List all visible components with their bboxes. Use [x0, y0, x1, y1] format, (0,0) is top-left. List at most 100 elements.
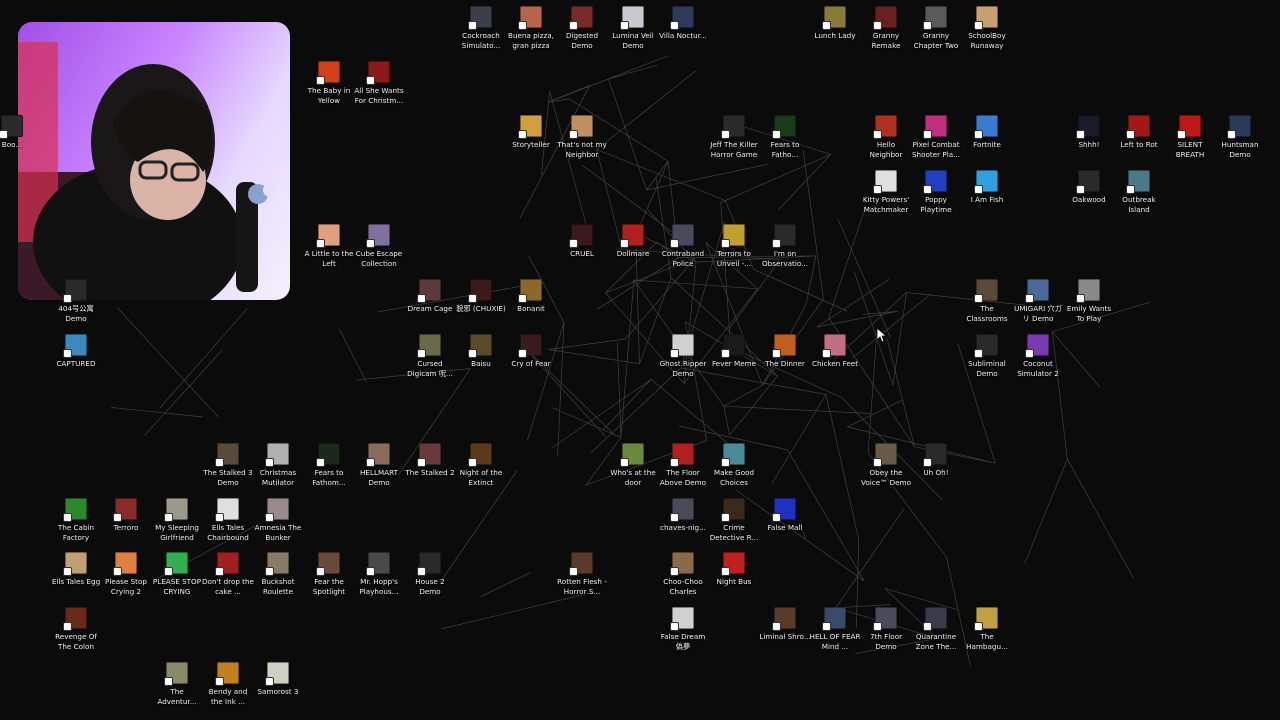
desktop-shortcut[interactable]: Granny Chapter Two — [911, 6, 961, 50]
desktop-shortcut[interactable]: Dream Cage — [405, 279, 455, 314]
desktop-shortcut[interactable]: Jeff The Killer Horror Game — [709, 115, 759, 159]
desktop-shortcut[interactable]: That's not my Neighbor — [557, 115, 607, 159]
desktop-shortcut[interactable]: Fear the Spotlight — [304, 552, 354, 596]
desktop-shortcut[interactable]: I Am Fish — [962, 170, 1012, 205]
desktop-shortcut[interactable]: Don't drop the cake ... — [202, 552, 254, 596]
desktop-shortcut[interactable]: Christmas Mutilator — [253, 443, 303, 487]
desktop-shortcut[interactable]: SchoolBoy Runaway — [962, 6, 1012, 50]
desktop-shortcut[interactable]: 貌邪 (CHUXIE) — [456, 279, 506, 314]
desktop-shortcut[interactable]: Lunch Lady — [810, 6, 860, 41]
desktop-shortcut[interactable]: The Adventur... — [152, 662, 202, 706]
desktop-shortcut[interactable]: I'm on Observatio... — [760, 224, 810, 268]
desktop-shortcut[interactable]: Uh Oh! — [911, 443, 961, 478]
desktop-shortcut[interactable]: The Floor Above Demo — [658, 443, 708, 487]
app-icon — [874, 115, 897, 138]
desktop-shortcut[interactable]: Contraband Police — [658, 224, 708, 268]
desktop-shortcut[interactable]: The Stalked 3 Demo — [203, 443, 253, 487]
desktop-shortcut[interactable]: chaves-nig... — [658, 498, 708, 533]
desktop-shortcut[interactable]: Baisu — [456, 334, 506, 369]
desktop-shortcut[interactable]: Make Good Choices — [709, 443, 759, 487]
desktop-shortcut[interactable]: Cursed Digicam 呪... — [405, 334, 455, 378]
app-icon — [64, 607, 87, 630]
desktop-shortcut[interactable]: Granny Remake — [861, 6, 911, 50]
desktop-shortcut[interactable]: Fortnite — [962, 115, 1012, 150]
app-icon — [823, 607, 846, 630]
desktop-shortcut[interactable]: Mr. Hopp's Playhous... — [354, 552, 404, 596]
desktop-shortcut[interactable]: Cockroach Simulato... — [456, 6, 506, 50]
desktop-shortcut[interactable]: Cube Escape Collection — [354, 224, 404, 268]
desktop-shortcut[interactable]: Dollmare — [608, 224, 658, 259]
desktop-shortcut[interactable]: Liminal Shro... — [759, 607, 811, 642]
desktop-shortcut[interactable]: Oakwood — [1064, 170, 1114, 205]
desktop-shortcut[interactable]: Cry of Fear — [506, 334, 556, 369]
desktop-shortcut[interactable]: Poppy Playtime — [911, 170, 961, 214]
desktop-shortcut[interactable]: Ells Tales Egg — [51, 552, 101, 587]
desktop-shortcut[interactable]: Crime Detective R... — [709, 498, 759, 542]
desktop-shortcut[interactable]: CAPTURED — [51, 334, 101, 369]
desktop-shortcut[interactable]: Please Stop Crying 2 — [101, 552, 151, 596]
desktop-shortcut[interactable]: Amnesia The Bunker — [253, 498, 303, 542]
desktop-shortcut[interactable]: PLEASE STOP CRYING — [152, 552, 202, 596]
desktop-shortcut[interactable]: Quarantine Zone The... — [911, 607, 961, 651]
desktop-shortcut[interactable]: Pixel Combat Shooter Pla... — [911, 115, 961, 159]
desktop-shortcut[interactable]: My Sleeping Girlfriend — [152, 498, 202, 542]
desktop-shortcut[interactable]: 404号公寓 Demo — [51, 279, 101, 323]
desktop-shortcut[interactable]: Ghost Ripper Demo — [658, 334, 708, 378]
desktop-shortcut[interactable]: Digested Demo — [557, 6, 607, 50]
desktop-shortcut[interactable]: Revenge Of The Colon — [51, 607, 101, 651]
desktop-shortcut[interactable]: Storyteller — [506, 115, 556, 150]
desktop-shortcut[interactable]: Fears to Fatho... — [760, 115, 810, 159]
desktop-shortcut[interactable]: Left to Rot — [1114, 115, 1164, 150]
desktop-shortcut[interactable]: False Dream 偽夢 — [658, 607, 708, 651]
desktop-shortcut[interactable]: The Classrooms — [962, 279, 1012, 323]
shortcut-label: Uh Oh! — [923, 468, 949, 477]
desktop-shortcut[interactable]: Boo... — [0, 115, 37, 150]
desktop-shortcut[interactable]: 7th Floor Demo — [861, 607, 911, 651]
desktop-shortcut[interactable]: Fears to Fathom... — [304, 443, 354, 487]
desktop-shortcut[interactable]: SILENT BREATH — [1165, 115, 1215, 159]
desktop-shortcut[interactable]: The Hambagu... — [962, 607, 1012, 651]
desktop-shortcut[interactable]: Emily Wants To Play — [1064, 279, 1114, 323]
desktop-shortcut[interactable]: False Mall — [760, 498, 810, 533]
desktop-shortcut[interactable]: The Cabin Factory — [51, 498, 101, 542]
desktop-shortcut[interactable]: UMIGARI 穴ガリ Demo — [1013, 279, 1063, 323]
desktop-shortcut[interactable]: The Baby in Yellow — [304, 61, 354, 105]
desktop-shortcut[interactable]: House 2 Demo — [405, 552, 455, 596]
desktop-shortcut[interactable]: A Little to the Left — [304, 224, 354, 268]
app-icon — [469, 443, 492, 466]
desktop-shortcut[interactable]: Huntsman Demo — [1215, 115, 1265, 159]
desktop-shortcut[interactable]: Ells Tales Chairbound — [203, 498, 253, 542]
desktop-shortcut[interactable]: Coconut Simulator 2 — [1013, 334, 1063, 378]
desktop-shortcut[interactable]: All She Wants For Christm... — [354, 61, 404, 105]
shortcut-label: Villa Noctur... — [659, 31, 707, 40]
desktop-shortcut[interactable]: Bonanit — [506, 279, 556, 314]
desktop-shortcut[interactable]: Obey the Voice™ Demo — [861, 443, 911, 487]
desktop-shortcut[interactable]: Night Bus — [709, 552, 759, 587]
desktop-shortcut[interactable]: Outbreak Island — [1114, 170, 1164, 214]
shortcut-label: Huntsman Demo — [1221, 140, 1259, 159]
desktop-shortcut[interactable]: Rotten Flesh - Horror S... — [557, 552, 607, 596]
desktop-shortcut[interactable]: Who's at the door — [608, 443, 658, 487]
desktop-shortcut[interactable]: Fever Meme — [709, 334, 759, 369]
desktop-shortcut[interactable]: Hello Neighbor — [861, 115, 911, 159]
desktop-shortcut[interactable]: HELL OF FEAR Mind ... — [810, 607, 860, 651]
desktop-shortcut[interactable]: Chicken Feet — [810, 334, 860, 369]
desktop-shortcut[interactable]: Lumina Veil Demo — [608, 6, 658, 50]
desktop-shortcut[interactable]: HELLMART Demo — [354, 443, 404, 487]
desktop-shortcut[interactable]: The Stalked 2 — [405, 443, 455, 478]
desktop-shortcut[interactable]: Buckshot Roulette — [253, 552, 303, 596]
desktop-shortcut[interactable]: Samorost 3 — [253, 662, 303, 697]
desktop-shortcut[interactable]: CRUEL — [557, 224, 607, 259]
desktop-shortcut[interactable]: Shhh! — [1064, 115, 1114, 150]
desktop-shortcut[interactable]: The Dinner — [760, 334, 810, 369]
desktop-shortcut[interactable]: Subliminal Demo — [962, 334, 1012, 378]
app-icon — [722, 115, 745, 138]
desktop-shortcut[interactable]: Kitty Powers' Matchmaker — [861, 170, 911, 214]
desktop-shortcut[interactable]: Night of the Extinct — [456, 443, 506, 487]
desktop-shortcut[interactable]: Terrors to Unveil -... — [709, 224, 759, 268]
desktop-shortcut[interactable]: Bendy and the Ink ... — [203, 662, 253, 706]
desktop-shortcut[interactable]: Terroro — [101, 498, 151, 533]
desktop-shortcut[interactable]: Villa Noctur... — [658, 6, 708, 41]
desktop-shortcut[interactable]: Buena pizza, gran pizza — [506, 6, 556, 50]
desktop-shortcut[interactable]: Choo-Choo Charles — [658, 552, 708, 596]
